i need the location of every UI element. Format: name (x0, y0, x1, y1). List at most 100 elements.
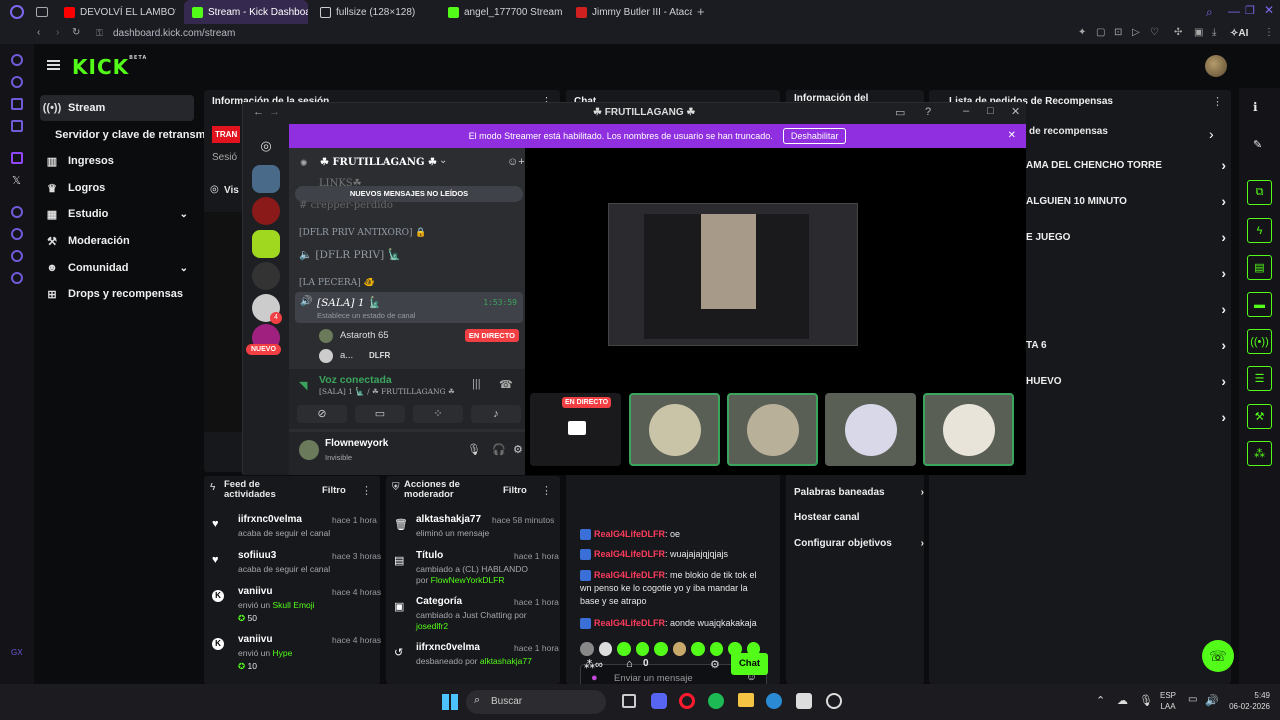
discord-home-icon[interactable]: ◎ (252, 132, 280, 160)
invite-icon[interactable]: ☺+ (507, 156, 525, 168)
disable-streamer-button[interactable]: Deshabilitar (782, 128, 847, 144)
back-icon[interactable]: ← (253, 106, 264, 118)
settings-icon[interactable] (11, 272, 23, 284)
sidebar-app-icon[interactable] (11, 98, 23, 110)
minimize-icon[interactable]: — (1228, 4, 1240, 18)
server-icon[interactable] (252, 165, 280, 193)
close-icon[interactable]: ✕ (1008, 130, 1016, 141)
emote-icon[interactable] (691, 642, 705, 656)
headphones-icon[interactable]: 🎧 (492, 443, 506, 456)
emote-icon[interactable] (598, 642, 612, 656)
close-window-icon[interactable]: ✕ (1264, 3, 1274, 17)
forward-icon[interactable]: › (56, 27, 59, 38)
mic-tray-icon[interactable]: 🎙 (1139, 694, 1153, 707)
mod-by-user[interactable]: josedlfr2 (416, 621, 448, 631)
inbox-icon[interactable]: ▭ (895, 106, 905, 119)
info-icon[interactable]: ℹ (1253, 100, 1258, 114)
stream-video[interactable] (608, 203, 858, 346)
x-icon[interactable]: 𝕏 (12, 174, 24, 187)
sidebar-item-servidor[interactable]: Servidor y clave de retransm (40, 122, 210, 148)
channel-sala[interactable]: 🔊 [SALA] 1 🗽 1:53:59 Establece un estado… (295, 292, 523, 323)
reward-item[interactable]: › (1026, 402, 1226, 432)
feed-user[interactable]: iifrxnc0velma (238, 514, 302, 525)
chat-user[interactable]: RealG4LifeDLFR (594, 529, 665, 539)
activities-icon[interactable]: ⁘ (413, 405, 463, 423)
chat-user[interactable]: RealG4LifeDLFR (594, 618, 665, 628)
emote-icon[interactable] (672, 642, 686, 656)
feed-user[interactable]: vaniivu (238, 634, 272, 645)
sidebar-item-drops[interactable]: ⊞ Drops y recompensas (40, 281, 194, 307)
emote-icon[interactable] (617, 642, 631, 656)
back-icon[interactable]: ‹ (37, 27, 40, 38)
more-icon[interactable]: ⋮ (1212, 95, 1223, 108)
sidebar-item-comunidad[interactable]: ☻ Comunidad ⌄ (40, 255, 194, 281)
channel-crepper[interactable]: # crepper-perdido (299, 200, 393, 211)
reward-item[interactable]: HUEVO › (1026, 366, 1226, 396)
reward-item[interactable]: E JUEGO › (1026, 222, 1226, 252)
tab-kick-dashboard[interactable]: Stream - Kick Dashboard (184, 0, 308, 24)
bookmark-icon[interactable]: ⊡ (1114, 27, 1122, 38)
play-icon[interactable]: ▷ (1132, 27, 1140, 38)
maximize-icon[interactable]: ❐ (1245, 4, 1255, 17)
emote-icon[interactable] (580, 642, 594, 656)
reload-icon[interactable]: ↻ (72, 27, 80, 38)
opera-taskbar-icon[interactable] (679, 693, 695, 709)
clock[interactable]: 5:49 06-02-2026 (1224, 690, 1270, 712)
mod-user[interactable]: iifrxnc0velma (416, 642, 480, 653)
volume-icon[interactable]: 🔊 (1205, 694, 1219, 707)
reward-item[interactable]: › (1026, 258, 1226, 288)
tab-angel-stream[interactable]: angel_177700 Stream - W (440, 0, 562, 24)
sidebar-item-moderacion[interactable]: ⚒ Moderación (40, 228, 194, 254)
close-icon[interactable]: ✕ (1011, 105, 1020, 118)
heart-icon[interactable]: ♡ (1150, 27, 1159, 38)
server-icon[interactable]: 4 (252, 294, 282, 324)
document-icon[interactable]: ▤ (1247, 255, 1272, 280)
edit-icon[interactable]: ✎ (1253, 138, 1262, 151)
sidebar-app-icon[interactable] (11, 76, 23, 88)
settings-icon[interactable]: ⚙ (513, 443, 523, 456)
task-view-icon[interactable] (622, 694, 636, 708)
voice-member[interactable]: Astaroth 65 EN DIRECTO (317, 328, 523, 344)
participant-tile[interactable] (727, 393, 818, 466)
chevron-right-icon[interactable]: › (1209, 126, 1214, 142)
wallet-icon[interactable]: ▣ (1194, 27, 1203, 38)
points-icon[interactable]: ⁂∞ (584, 658, 603, 671)
category-priv-antixoro[interactable]: [DFLR PRIV ANTIXORO] 🔒 (299, 228, 427, 238)
camera-off-icon[interactable]: ⊘ (297, 405, 347, 423)
discord-taskbar-icon[interactable] (651, 693, 667, 709)
emote-icon[interactable] (654, 642, 668, 656)
sidebar-more-icon[interactable]: GX (11, 648, 23, 660)
sidebar-item-stream[interactable]: ((•)) Stream (40, 95, 194, 121)
sidebar-item-estudio[interactable]: ▦ Estudio ⌄ (40, 201, 194, 227)
feed-user[interactable]: vaniivu (238, 586, 272, 597)
soundboard-icon[interactable]: ||| (472, 378, 481, 390)
twitch-icon[interactable] (11, 152, 23, 164)
screenshot-icon[interactable]: ⧉ (1247, 180, 1272, 205)
reward-item[interactable]: TA 6 › (1026, 330, 1226, 360)
screen-share-icon[interactable]: ▭ (355, 405, 405, 423)
wrench-icon[interactable]: ⚒ (1247, 404, 1272, 429)
url-field[interactable]: dashboard.kick.com/stream (113, 28, 235, 39)
lightning-icon[interactable]: ϟ (1247, 218, 1272, 243)
tray-chevron-icon[interactable]: ⌃ (1096, 694, 1105, 707)
sidebar-item-logros[interactable]: ♛ Logros (40, 175, 194, 201)
store-icon[interactable]: ⌂ (626, 658, 633, 670)
cloud-icon[interactable]: ☁ (1117, 694, 1128, 707)
server-icon[interactable] (252, 197, 280, 225)
option-host-channel[interactable]: Hostear canal (794, 507, 924, 527)
edge-taskbar-icon[interactable] (766, 693, 782, 709)
file-explorer-icon[interactable] (738, 693, 754, 707)
emote-icon[interactable] (709, 642, 723, 656)
feed-user[interactable]: sofiiuu3 (238, 550, 276, 561)
obs-taskbar-icon[interactable] (826, 693, 842, 709)
participant-tile[interactable] (629, 393, 720, 466)
pin-icon[interactable]: ✦ (1078, 27, 1086, 38)
maximize-icon[interactable]: □ (987, 105, 994, 117)
sidebar-item-ingresos[interactable]: ▥ Ingresos (40, 148, 194, 174)
mic-icon[interactable]: ● (591, 672, 598, 684)
new-tab-icon[interactable]: + (697, 5, 705, 18)
sidebar-app-icon[interactable] (11, 206, 23, 218)
windows-start-icon[interactable] (442, 694, 458, 710)
screenshot-icon[interactable]: ▢ (1096, 27, 1105, 38)
avatar[interactable] (299, 440, 319, 460)
